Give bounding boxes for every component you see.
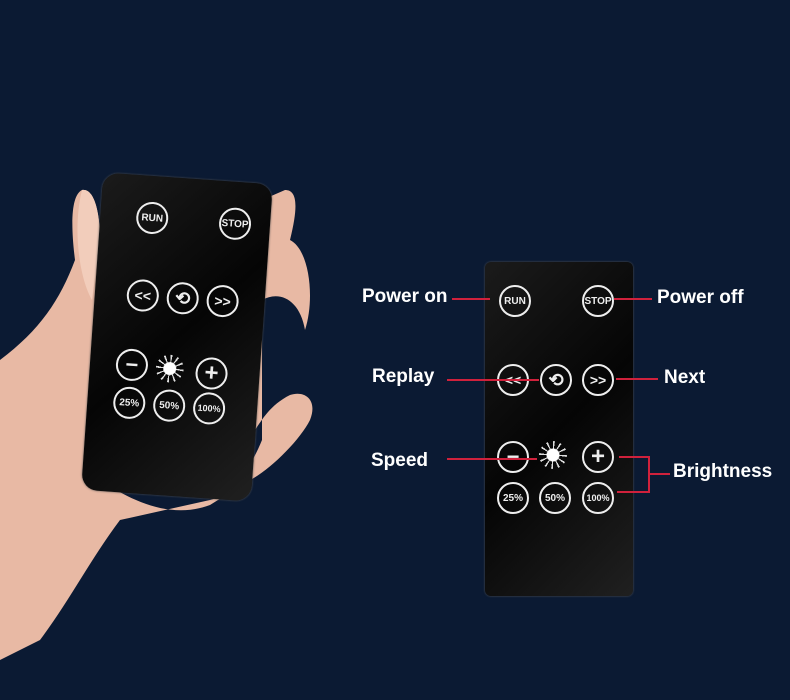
run-button[interactable]: RUN <box>499 285 531 317</box>
run-button[interactable]: RUN <box>135 200 170 236</box>
callout-line-power-on <box>452 298 490 300</box>
label-speed: Speed <box>371 450 429 471</box>
label-power-off: Power off <box>657 287 744 308</box>
plus-button[interactable]: + <box>582 441 614 473</box>
callout-line-power-off <box>614 298 652 300</box>
remote-annotated: RUN STOP << ⟲ >> − + 25% 50% 100% <box>485 262 633 596</box>
brightness-25-button[interactable]: 25% <box>497 482 529 514</box>
callout-line-speed <box>447 458 537 460</box>
callout-line-brightness-top <box>619 456 649 458</box>
label-next: Next <box>664 367 706 388</box>
rewind-button[interactable]: << <box>125 278 160 313</box>
brightness-50-button[interactable]: 50% <box>152 388 187 423</box>
forward-button[interactable]: >> <box>205 284 240 319</box>
label-brightness: Brightness <box>673 461 773 482</box>
speed-sun-icon <box>539 441 567 469</box>
brightness-50-button[interactable]: 50% <box>539 482 571 514</box>
callout-line-brightness <box>648 473 670 475</box>
label-power-on: Power on <box>362 286 448 307</box>
forward-button[interactable]: >> <box>582 364 614 396</box>
remote-in-hand: RUN STOP << ⟲ >> − + 25% 50% 100% <box>81 172 273 502</box>
replay-button[interactable]: ⟲ <box>165 281 200 316</box>
speed-sun-icon <box>154 353 185 384</box>
stop-button[interactable]: STOP <box>582 285 614 317</box>
label-replay: Replay <box>372 366 435 387</box>
brightness-100-button[interactable]: 100% <box>582 482 614 514</box>
replay-button[interactable]: ⟲ <box>540 364 572 396</box>
callout-line-next <box>616 378 658 380</box>
minus-button[interactable]: − <box>497 441 529 473</box>
brightness-100-button[interactable]: 100% <box>192 391 227 426</box>
stop-button[interactable]: STOP <box>217 206 253 241</box>
callout-line-replay <box>447 379 539 381</box>
plus-button[interactable]: + <box>194 356 229 391</box>
brightness-25-button[interactable]: 25% <box>112 385 147 420</box>
callout-line-brightness-bottom <box>617 491 649 493</box>
minus-button[interactable]: − <box>114 347 150 383</box>
